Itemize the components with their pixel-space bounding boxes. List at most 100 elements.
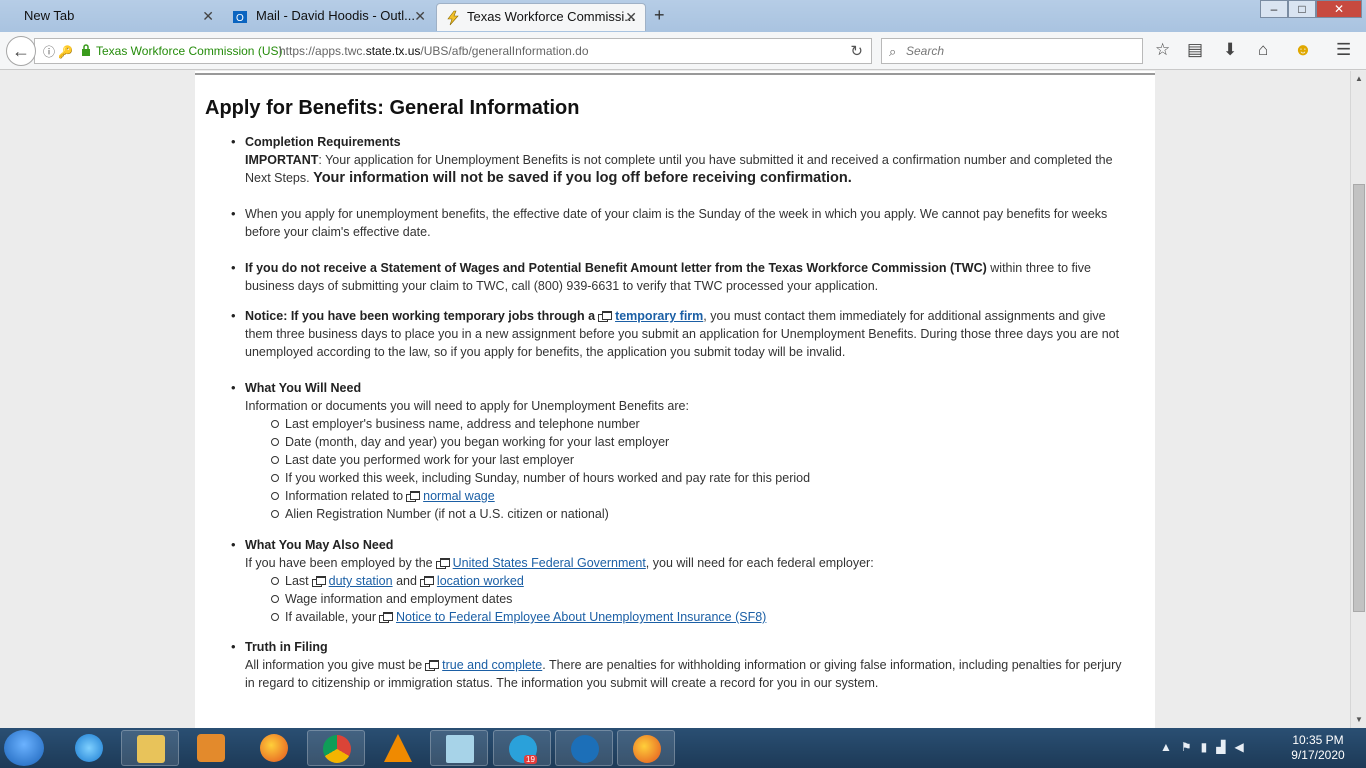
info-list: Completion Requirements IMPORTANT: Your … xyxy=(231,133,1131,692)
svg-text:O: O xyxy=(236,13,244,24)
section-intro: If you have been employed by the United S… xyxy=(245,556,874,570)
reader-icon[interactable]: ▤ xyxy=(1187,41,1203,59)
section-intro: Information or documents you will need t… xyxy=(245,399,689,413)
emoji-icon[interactable]: ☻ xyxy=(1294,41,1312,59)
lock-icon xyxy=(82,44,90,56)
close-window-button[interactable]: ✕ xyxy=(1316,0,1362,18)
notepad-icon[interactable] xyxy=(430,730,488,766)
home-icon[interactable]: ⌂ xyxy=(1258,41,1268,59)
section-heading: Truth in Filing xyxy=(245,640,328,654)
need-item: Alien Registration Number (if not a U.S.… xyxy=(271,505,1131,523)
external-link-icon xyxy=(435,558,450,569)
also-need-item: Last duty station and location worked xyxy=(271,572,1131,590)
sf8-notice-link[interactable]: Notice to Federal Employee About Unemplo… xyxy=(396,610,766,624)
tab-close-icon[interactable]: ✕ xyxy=(625,4,637,30)
vertical-scrollbar[interactable]: ▲ ▼ xyxy=(1350,71,1366,728)
external-link-icon xyxy=(419,576,434,587)
also-need-sublist: Last duty station and location worked Wage… xyxy=(271,572,1131,626)
normal-wage-link[interactable]: normal wage xyxy=(423,489,495,503)
list-item-what-you-need: What You Will Need Information or docume… xyxy=(231,379,1131,523)
list-item-wages: If you do not receive a Statement of Wag… xyxy=(231,259,1131,295)
need-item: If you worked this week, including Sunda… xyxy=(271,469,1131,487)
also-need-item: If available, your Notice to Federal Empl… xyxy=(271,608,1131,626)
section-text: IMPORTANT: Your application for Unemploy… xyxy=(245,153,1113,186)
firefox-active-icon[interactable] xyxy=(617,730,675,766)
download-icon[interactable]: ⬇ xyxy=(1223,41,1237,59)
scroll-thumb[interactable] xyxy=(1353,184,1365,612)
remote-app-icon[interactable] xyxy=(555,730,613,766)
need-item: Last employer's business name, address a… xyxy=(271,415,1131,433)
tab-new-tab[interactable]: New Tab ✕ xyxy=(0,3,222,31)
scroll-down-icon[interactable]: ▼ xyxy=(1352,713,1366,727)
menu-icon[interactable]: ☰ xyxy=(1336,41,1351,59)
wages-bold: If you do not receive a Statement of Wag… xyxy=(245,261,987,275)
new-tab-button[interactable]: + xyxy=(654,6,665,24)
true-and-complete-link[interactable]: true and complete xyxy=(442,658,542,672)
content-panel: Apply for Benefits: General Information … xyxy=(195,71,1155,728)
temporary-firm-link[interactable]: temporary firm xyxy=(615,309,703,323)
need-sublist: Last employer's business name, address a… xyxy=(271,415,1131,523)
tab-texas-workforce[interactable]: Texas Workforce Commissi... ✕ xyxy=(436,3,646,31)
bookmark-star-icon[interactable]: ☆ xyxy=(1155,41,1170,59)
clock-date: 9/17/2020 xyxy=(1291,748,1345,762)
search-bar[interactable]: ⌕ Search xyxy=(881,38,1143,64)
notice-bold: Notice: If you have been working tempora… xyxy=(245,309,596,323)
tab-title: New Tab xyxy=(24,8,75,23)
reload-icon[interactable]: ↻ xyxy=(850,42,863,60)
vlc-icon[interactable] xyxy=(369,730,427,766)
start-button[interactable] xyxy=(4,730,44,766)
page-viewport: Apply for Benefits: General Information … xyxy=(0,71,1350,728)
list-item-completion: Completion Requirements IMPORTANT: Your … xyxy=(231,133,1131,187)
location-worked-link[interactable]: location worked xyxy=(437,574,524,588)
clock[interactable]: 10:35 PM 9/17/2020 xyxy=(1284,733,1352,763)
lightning-icon xyxy=(447,10,459,26)
firefox-icon[interactable] xyxy=(245,730,303,766)
system-tray[interactable]: ▲⚑▮▟◀ xyxy=(1160,740,1253,754)
need-item: Date (month, day and year) you began wor… xyxy=(271,433,1131,451)
search-input[interactable]: Search xyxy=(906,44,944,58)
file-explorer-icon[interactable] xyxy=(121,730,179,766)
tab-close-icon[interactable]: ✕ xyxy=(414,3,426,29)
maximize-button[interactable]: □ xyxy=(1288,0,1316,18)
telegram-icon[interactable]: 19 xyxy=(493,730,551,766)
federal-government-link[interactable]: United States Federal Government xyxy=(453,556,646,570)
section-text: When you apply for unemployment benefits… xyxy=(245,207,1108,239)
external-link-icon xyxy=(425,660,440,671)
info-icon[interactable]: ⓘ 🔑 xyxy=(43,43,73,60)
back-icon: ← xyxy=(12,41,30,61)
section-heading: What You Will Need xyxy=(245,381,362,395)
notification-badge: 19 xyxy=(524,755,537,764)
tab-bar: New Tab ✕ O Mail - David Hoodis - Outl..… xyxy=(0,0,1366,32)
search-icon: ⌕ xyxy=(889,44,897,59)
taskbar: 19 ▲⚑▮▟◀ 10:35 PM 9/17/2020 xyxy=(0,728,1366,768)
external-link-icon xyxy=(598,311,613,322)
list-item-notice: Notice: If you have been working tempora… xyxy=(231,307,1131,361)
external-link-icon xyxy=(311,576,326,587)
back-button[interactable]: ← xyxy=(6,36,36,66)
clock-time: 10:35 PM xyxy=(1292,733,1344,747)
scroll-up-icon[interactable]: ▲ xyxy=(1352,72,1366,86)
divider xyxy=(195,73,1155,75)
section-heading: What You May Also Need xyxy=(245,538,394,552)
navigation-bar: ⓘ 🔑 Texas Workforce Commission (US) http… xyxy=(0,32,1366,70)
tab-close-icon[interactable]: ✕ xyxy=(202,3,214,29)
url-bar[interactable]: ⓘ 🔑 Texas Workforce Commission (US) http… xyxy=(34,38,872,64)
list-item-also-need: What You May Also Need If you have been … xyxy=(231,536,1131,626)
tab-title: Mail - David Hoodis - Outl... xyxy=(256,8,415,23)
internet-explorer-icon[interactable] xyxy=(60,730,118,766)
duty-station-link[interactable]: duty station xyxy=(329,574,393,588)
need-item: Last date you performed work for your la… xyxy=(271,451,1131,469)
external-link-icon xyxy=(406,491,421,502)
outlook-icon: O xyxy=(233,11,247,24)
minimize-button[interactable]: – xyxy=(1260,0,1288,18)
chrome-icon[interactable] xyxy=(307,730,365,766)
section-heading: Completion Requirements xyxy=(245,135,401,149)
external-link-icon xyxy=(379,612,394,623)
need-item: Information related to normal wage xyxy=(271,487,1131,505)
url-text[interactable]: https://apps.twc.state.tx.us/UBS/afb/gen… xyxy=(279,44,589,58)
section-text: All information you give must be true and… xyxy=(245,658,1122,690)
tab-mail[interactable]: O Mail - David Hoodis - Outl... ✕ xyxy=(224,3,434,31)
site-identity[interactable]: Texas Workforce Commission (US) xyxy=(96,44,282,58)
tab-title: Texas Workforce Commissi... xyxy=(467,9,636,24)
media-player-icon[interactable] xyxy=(182,730,240,766)
